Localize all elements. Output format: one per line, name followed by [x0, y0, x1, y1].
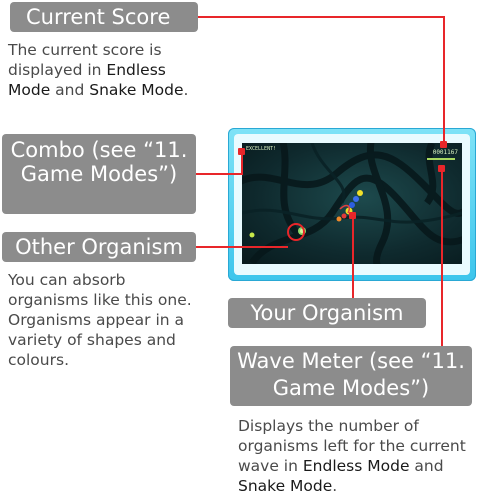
leader-dot-your-organism [349, 212, 356, 219]
wave-meter-bar [427, 158, 455, 160]
leader-line-other-organism [196, 246, 288, 248]
leader-dot-combo [238, 148, 245, 155]
your-organism-label: Your Organism [228, 298, 426, 328]
other-organism-description: You can absorb organisms like this one. … [8, 271, 192, 369]
leader-line-current-score [198, 16, 445, 18]
leader-dot-wave-meter [438, 165, 445, 172]
current-score-description: The current score is displayed in Endles… [8, 41, 189, 99]
combo-label: Combo (see “11. Game Modes”) [2, 134, 196, 214]
your-organism-title: Your Organism [250, 301, 404, 325]
leader-line-wave-meter [441, 168, 443, 346]
wave-meter-title: Wave Meter (see “11. Game Modes”) [237, 349, 465, 400]
other-organism-title: Other Organism [15, 235, 183, 259]
other-organism-label: Other Organism [2, 232, 196, 262]
current-score-label: Current Score [10, 2, 198, 32]
leader-dot-current-score [440, 141, 447, 148]
leader-line-combo [196, 173, 243, 175]
combo-title: Combo (see “11. Game Modes”) [10, 138, 188, 186]
food-particle [249, 232, 255, 238]
leader-line-current-score-vertical [443, 16, 445, 144]
combo-hud-text: EXCELLENT! [246, 146, 277, 152]
score-hud-text: 0001167 [432, 149, 458, 156]
wave-meter-label: Wave Meter (see “11. Game Modes”) [230, 346, 472, 406]
current-score-title: Current Score [26, 5, 171, 29]
other-organism-highlight-ring [287, 223, 305, 241]
leader-line-your-organism [352, 215, 354, 298]
wave-meter-description: Displays the number of organisms left fo… [238, 417, 466, 495]
